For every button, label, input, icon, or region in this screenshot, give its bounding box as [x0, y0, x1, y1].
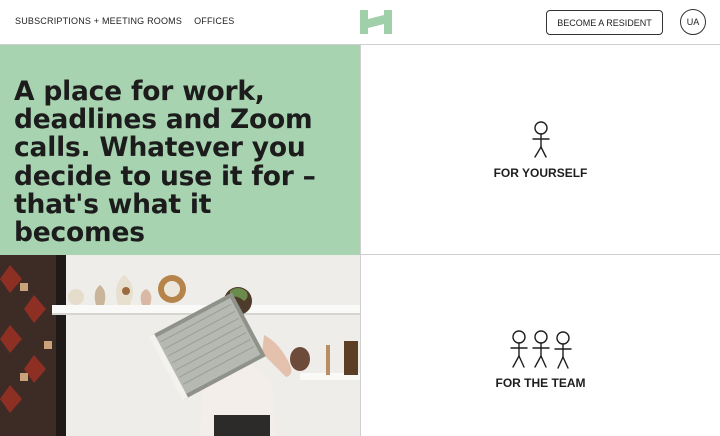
nav-link-offices[interactable]: OFFICES	[194, 16, 234, 26]
main-nav: SUBSCRIPTIONS + MEETING ROOMS OFFICES	[15, 16, 234, 26]
card-for-yourself[interactable]: FOR YOURSELF	[361, 45, 720, 254]
site-header: SUBSCRIPTIONS + MEETING ROOMS OFFICES BE…	[0, 0, 720, 45]
card-for-the-team[interactable]: FOR THE TEAM	[361, 255, 720, 436]
language-switch-button[interactable]: UA	[680, 9, 706, 35]
photo-illustration	[0, 255, 360, 436]
hero-title: A place for work, deadlines and Zoom cal…	[14, 76, 316, 249]
hero-panel: A place for work, deadlines and Zoom cal…	[0, 45, 360, 255]
person-holding-book-photo	[0, 255, 360, 436]
team-people-icon	[510, 330, 572, 369]
nav-link-subscriptions[interactable]: SUBSCRIPTIONS + MEETING ROOMS	[15, 16, 182, 26]
card-label-for-the-team: FOR THE TEAM	[495, 376, 586, 390]
card-label-for-yourself: FOR YOURSELF	[493, 166, 588, 180]
logo-icon[interactable]	[360, 10, 392, 34]
single-person-icon	[532, 121, 550, 158]
become-resident-button[interactable]: BECOME A RESIDENT	[546, 10, 663, 35]
